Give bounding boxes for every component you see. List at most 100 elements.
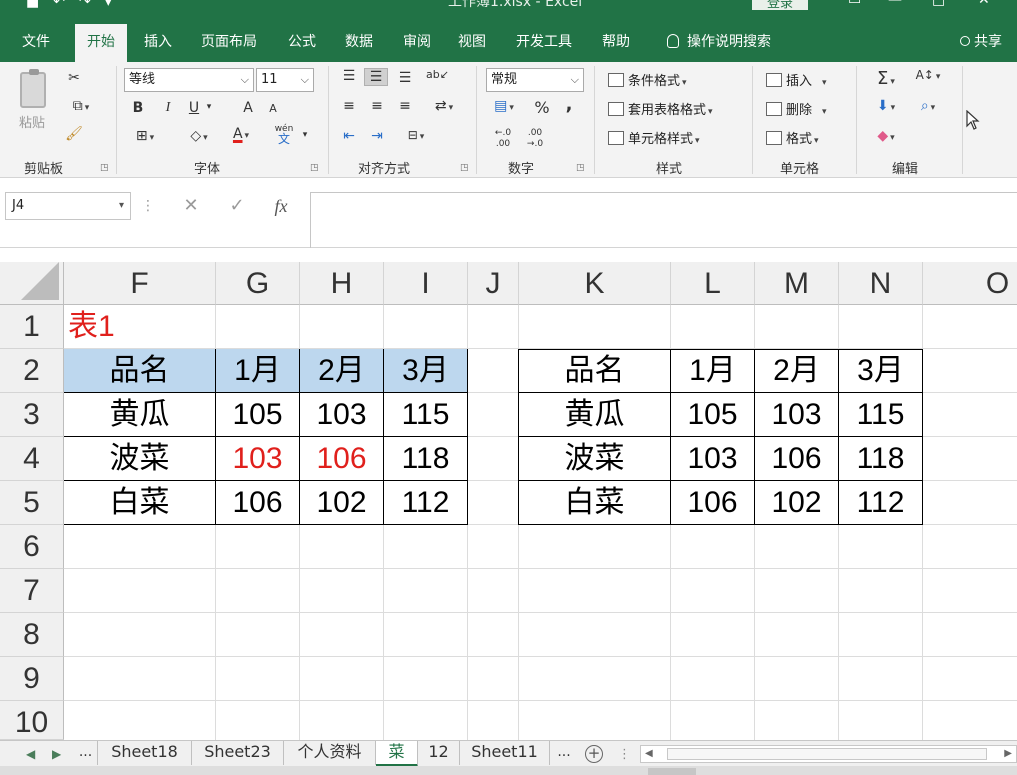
tab-view[interactable]: 视图 <box>458 22 486 62</box>
horizontal-scrollbar[interactable]: ◀ ▶ <box>640 745 1017 763</box>
column-header-k[interactable]: K <box>519 262 671 305</box>
share-button[interactable]: 共享 <box>960 22 1002 62</box>
table2-cell[interactable]: 波菜 <box>519 437 671 481</box>
table1-cell[interactable]: 103 <box>300 393 384 437</box>
scroll-right-icon[interactable]: ▶ <box>1004 746 1012 762</box>
cancel-entry-icon[interactable]: ✕ <box>176 192 206 220</box>
font-name-select[interactable]: 等线 ⌵ <box>124 68 254 92</box>
clear-icon[interactable]: ◆ ▾ <box>868 128 904 144</box>
clipboard-launcher-icon[interactable]: ◳ <box>100 163 109 173</box>
align-middle-icon[interactable]: ☰ <box>364 68 388 86</box>
fill-icon[interactable]: ⬇ ▾ <box>868 98 904 114</box>
copy-icon[interactable]: ⧉ ▾ <box>64 98 98 114</box>
comma-style-button[interactable]: , <box>562 94 576 115</box>
table1-title[interactable]: 表1 <box>68 305 115 349</box>
row-header-4[interactable]: 4 <box>0 437 64 481</box>
scrollbar-thumb[interactable] <box>667 748 987 760</box>
column-header-h[interactable]: H <box>300 262 384 305</box>
wrap-text-icon[interactable]: ⇄ ▾ <box>426 98 462 114</box>
table1-cell-highlighted[interactable]: 103 <box>216 437 300 481</box>
prev-sheet-icon[interactable]: ◀ <box>26 747 35 761</box>
cut-icon[interactable]: ✂ <box>64 70 84 86</box>
format-painter-icon[interactable]: 🖌 <box>64 126 84 142</box>
underline-button[interactable]: U <box>186 100 202 116</box>
tab-developer[interactable]: 开发工具 <box>516 22 572 62</box>
font-color-icon[interactable]: A ▾ <box>224 126 258 142</box>
table2-header-cell[interactable]: 品名 <box>519 349 671 393</box>
bold-button[interactable]: B <box>130 100 146 116</box>
row-header-7[interactable]: 7 <box>0 569 64 613</box>
table2-cell[interactable]: 112 <box>839 481 923 525</box>
fill-color-icon[interactable]: ◇ ▾ <box>182 128 216 144</box>
shrink-font-button[interactable]: A <box>266 102 280 115</box>
underline-dropdown-icon[interactable]: ▾ <box>204 102 214 112</box>
minimize-icon[interactable]: — <box>888 0 902 8</box>
table1-header-cell[interactable]: 2月 <box>300 349 384 393</box>
sheet-tab-vegetables[interactable]: 菜 <box>376 741 418 767</box>
table2-cell[interactable]: 106 <box>671 481 755 525</box>
row-header-2[interactable]: 2 <box>0 349 64 393</box>
add-sheet-button[interactable]: + <box>585 745 603 763</box>
grow-font-button[interactable]: A <box>240 100 256 116</box>
column-header-l[interactable]: L <box>671 262 755 305</box>
table1-header-cell[interactable]: 品名 <box>64 349 216 393</box>
tab-insert[interactable]: 插入 <box>144 22 172 62</box>
align-left-icon[interactable]: ≡ <box>338 98 360 114</box>
number-format-select[interactable]: 常规 ⌵ <box>486 68 584 92</box>
format-cells-button[interactable]: 格式 ▾ <box>766 128 819 147</box>
row-header-8[interactable]: 8 <box>0 613 64 657</box>
select-all-corner[interactable] <box>0 262 64 305</box>
table1-header-cell[interactable]: 3月 <box>384 349 468 393</box>
tab-split-handle-icon[interactable]: ⋮ <box>618 747 631 762</box>
table2-cell[interactable]: 102 <box>755 481 839 525</box>
table1-header-cell[interactable]: 1月 <box>216 349 300 393</box>
table1-cell[interactable]: 115 <box>384 393 468 437</box>
sheet-tab-ellipsis-right[interactable]: ... <box>550 741 578 765</box>
table1-cell[interactable]: 105 <box>216 393 300 437</box>
column-header-n[interactable]: N <box>839 262 923 305</box>
table1-cell[interactable]: 118 <box>384 437 468 481</box>
increase-decimal-button[interactable]: ←.0 .00 <box>488 128 518 150</box>
close-icon[interactable]: ✕ <box>978 0 990 8</box>
alignment-launcher-icon[interactable]: ◳ <box>460 163 469 173</box>
tab-formulas[interactable]: 公式 <box>288 22 316 62</box>
table1-cell[interactable]: 白菜 <box>64 481 216 525</box>
font-size-select[interactable]: 11 ⌵ <box>256 68 314 92</box>
percent-style-button[interactable]: % <box>532 98 552 117</box>
table2-cell[interactable]: 103 <box>755 393 839 437</box>
accounting-format-icon[interactable]: ▤ ▾ <box>488 98 520 114</box>
table1-cell[interactable]: 黄瓜 <box>64 393 216 437</box>
italic-button[interactable]: I <box>160 100 176 116</box>
tab-data[interactable]: 数据 <box>345 22 373 62</box>
paste-icon[interactable] <box>20 69 46 108</box>
sheet-tab-personal-info[interactable]: 个人资料 <box>284 741 376 765</box>
tell-me-search[interactable]: 操作说明搜索 <box>667 22 771 62</box>
maximize-icon[interactable]: □ <box>932 0 945 8</box>
align-top-icon[interactable]: ☰ <box>338 68 360 84</box>
phonetic-dropdown-icon[interactable]: ▾ <box>300 130 310 140</box>
table1-cell[interactable]: 112 <box>384 481 468 525</box>
text-orientation-icon[interactable]: ab↙ <box>426 68 449 81</box>
increase-indent-icon[interactable]: ⇥ <box>366 128 388 144</box>
table2-cell[interactable]: 103 <box>671 437 755 481</box>
redo-icon[interactable]: ↷ <box>79 0 91 10</box>
align-center-icon[interactable]: ≡ <box>366 98 388 114</box>
number-launcher-icon[interactable]: ◳ <box>576 163 585 173</box>
table1-cell[interactable]: 106 <box>216 481 300 525</box>
sheet-tab-12[interactable]: 12 <box>418 741 460 765</box>
row-header-6[interactable]: 6 <box>0 525 64 569</box>
delete-cells-button[interactable]: 删除 ▾ <box>766 99 827 118</box>
customize-qat-icon[interactable]: ▾ <box>105 0 112 10</box>
tab-home[interactable]: 开始 <box>75 24 127 62</box>
row-header-1[interactable]: 1 <box>0 305 64 349</box>
tab-help[interactable]: 帮助 <box>602 22 630 62</box>
column-header-j[interactable]: J <box>468 262 519 305</box>
row-header-5[interactable]: 5 <box>0 481 64 525</box>
table2-cell[interactable]: 118 <box>839 437 923 481</box>
decrease-decimal-button[interactable]: .00 →.0 <box>520 128 550 150</box>
insert-function-icon[interactable]: fx <box>266 192 296 220</box>
formula-input[interactable] <box>310 192 1017 248</box>
column-header-g[interactable]: G <box>216 262 300 305</box>
name-box[interactable]: J4 ▾ <box>5 192 131 220</box>
font-launcher-icon[interactable]: ◳ <box>310 163 319 173</box>
